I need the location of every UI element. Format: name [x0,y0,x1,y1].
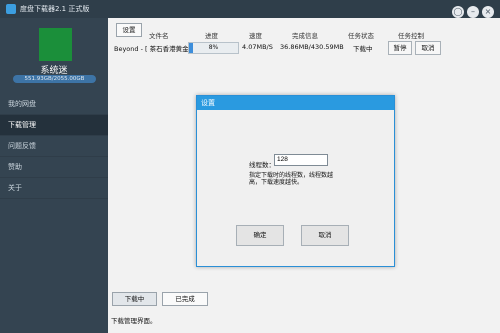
thread-label: 线程数： [249,161,275,169]
header-progress: 进度 [205,32,218,40]
header-control: 任务控制 [398,32,424,40]
task-status: 下载中 [353,45,373,53]
app-logo-icon [6,4,16,14]
status-text: 下载管理界面。 [111,317,157,325]
download-speed: 4.07MB/S [242,43,273,51]
sidebar-item-sponsor[interactable]: 赞助 [0,157,108,178]
tab-completed[interactable]: 已完成 [162,292,208,306]
storage-bar: 551.93GB/2055.00GB [13,75,96,83]
dialog-title: 设置 [197,96,394,110]
avatar[interactable] [39,28,72,61]
dialog-cancel-button[interactable]: 取消 [301,225,349,246]
header-status: 任务状态 [348,32,374,40]
sidebar-item-download-manager[interactable]: 下载管理 [0,115,108,136]
sidebar: 系统迷 551.93GB/2055.00GB 我的网盘 下载管理 问题反馈 赞助… [0,18,108,333]
shirt-icon[interactable]: ◯ [452,6,464,18]
header-complete: 完成信息 [292,32,318,40]
thread-count-input[interactable] [274,154,328,166]
progress-text: 8% [208,44,219,51]
ok-button[interactable]: 确定 [236,225,284,246]
header-filename: 文件名 [149,32,169,40]
title-bar: 度盘下载器2.1 正式版 ◯ – × [0,0,500,18]
minimize-icon[interactable]: – [467,6,479,18]
settings-button[interactable]: 设置 [116,23,142,37]
file-name: Beyond - [ 茶石香港黄金 [114,45,189,53]
sidebar-item-about[interactable]: 关于 [0,178,108,199]
close-icon[interactable]: × [482,6,494,18]
thread-hint: 指定下载时的线程数，线程数越高，下载速度越快。 [249,172,334,186]
main-panel: 设置 文件名 进度 速度 完成信息 任务状态 任务控制 Beyond - [ 茶… [108,18,500,333]
complete-info: 36.86MB/430.59MB [280,43,344,51]
cancel-task-button[interactable]: 取消 [415,41,441,55]
pause-button[interactable]: 暂停 [388,41,412,55]
progress-fill [189,43,193,53]
header-speed: 速度 [249,32,262,40]
progress-bar: 8% [188,42,239,54]
window-title: 度盘下载器2.1 正式版 [20,5,90,13]
sidebar-item-my-disk[interactable]: 我的网盘 [0,94,108,115]
sidebar-item-feedback[interactable]: 问题反馈 [0,136,108,157]
settings-dialog: 设置 线程数： 指定下载时的线程数，线程数越高，下载速度越快。 确定 取消 [196,95,395,267]
tab-downloading[interactable]: 下载中 [112,292,157,306]
